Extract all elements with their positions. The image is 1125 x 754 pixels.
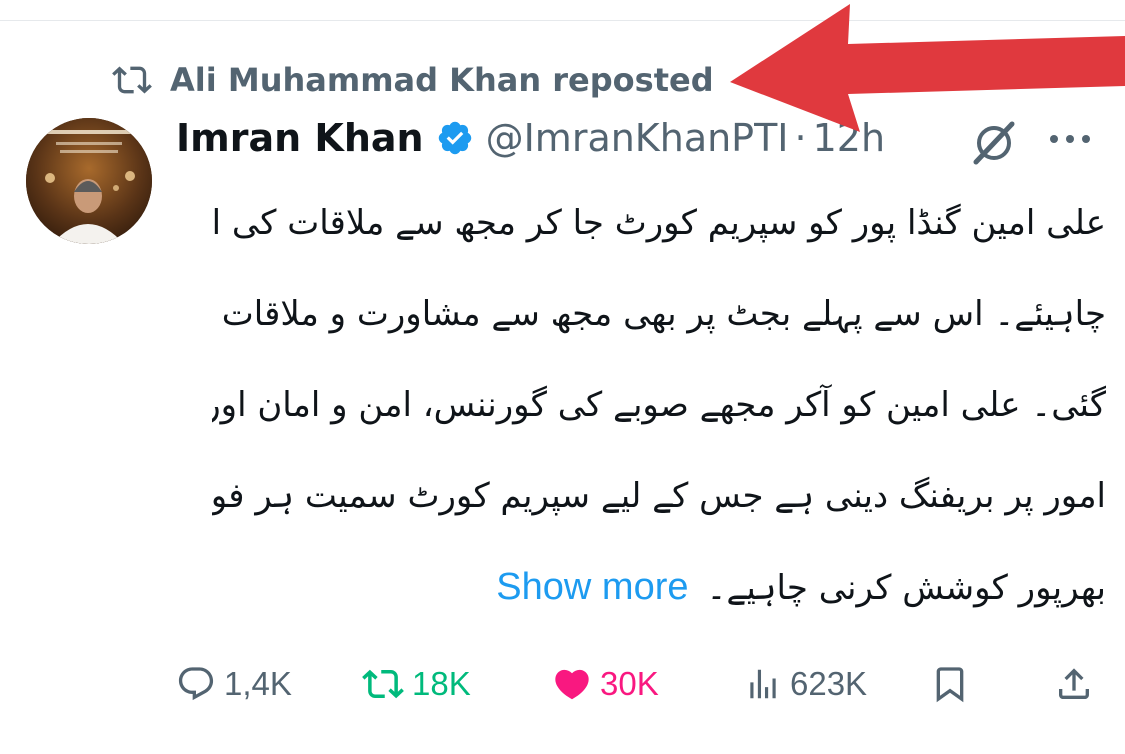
avatar[interactable]	[26, 118, 152, 244]
more-options-icon[interactable]	[1046, 126, 1094, 152]
like-count: 30K	[600, 665, 659, 702]
divider	[0, 20, 1125, 21]
action-bar: 1,4K 18K 30K 623K	[0, 656, 1125, 712]
views-icon	[750, 669, 776, 699]
verified-badge-icon[interactable]	[436, 119, 474, 157]
repost-button[interactable]: 18K	[362, 656, 471, 712]
tweet-line: امور پر بریفنگ دینی ہے جس کے لیے سپریم ک…	[212, 476, 1106, 516]
share-button[interactable]	[1054, 656, 1094, 712]
timestamp[interactable]: 12h	[813, 116, 885, 160]
repost-context[interactable]: Ali Muhammad Khan reposted	[112, 58, 714, 102]
tweet-last-line: بھرپور کوشش کرنی چاہیے۔ Show more	[212, 542, 1106, 634]
tweet-card: Ali Muhammad Khan reposted Imran Khan @I…	[0, 0, 1125, 754]
heart-icon	[555, 669, 589, 700]
repost-icon	[112, 66, 152, 94]
display-name[interactable]: Imran Khan	[176, 116, 424, 160]
grok-icon[interactable]	[968, 116, 1020, 168]
reply-count: 1,4K	[224, 665, 292, 702]
tweet-line: چاہیئے۔ اس سے پہلے بجٹ پر بھی مجھ سے مشا…	[212, 294, 1106, 334]
bookmark-icon	[936, 667, 964, 703]
repost-icon	[362, 669, 404, 699]
views-button[interactable]: 623K	[744, 656, 867, 712]
show-more-link[interactable]: Show more	[496, 566, 688, 608]
share-icon	[1059, 668, 1089, 699]
repost-count: 18K	[412, 665, 471, 702]
avatar-image	[26, 118, 152, 244]
reply-button[interactable]: 1,4K	[176, 656, 292, 712]
tweet-line: علی امین گنڈا پور کو سپریم کورٹ جا کر مج…	[212, 203, 1106, 243]
tweet-header: Imran Khan @ImranKhanPTI · 12h	[176, 112, 885, 164]
tweet-line: بھرپور کوشش کرنی چاہیے۔	[706, 568, 1107, 608]
views-count: 623K	[790, 665, 868, 702]
tweet-text: علی امین گنڈا پور کو سپریم کورٹ جا کر مج…	[212, 178, 1106, 634]
separator-dot: ·	[794, 116, 807, 160]
like-button[interactable]: 30K	[552, 656, 659, 712]
repost-label: Ali Muhammad Khan reposted	[170, 61, 714, 99]
tweet-line: گئی۔ علی امین کو آکر مجھے صوبے کی گورننس…	[212, 385, 1106, 425]
reply-icon	[178, 667, 214, 701]
bookmark-button[interactable]	[930, 656, 970, 712]
user-handle[interactable]: @ImranKhanPTI	[486, 116, 789, 160]
